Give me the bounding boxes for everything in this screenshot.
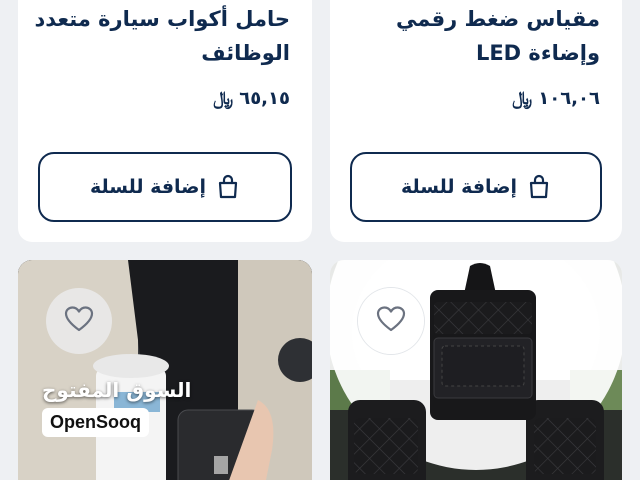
opensooq-watermark: السوق المفتوح OpenSooq [42, 378, 192, 437]
watermark-english: OpenSooq [42, 408, 149, 437]
add-to-cart-label: إضافة للسلة [89, 176, 207, 198]
heart-icon [376, 305, 406, 337]
currency-symbol: ﷼ [512, 88, 533, 109]
add-to-cart-button[interactable]: إضافة للسلة [350, 152, 602, 222]
watermark-arabic: السوق المفتوح [42, 378, 192, 402]
favorite-button[interactable] [46, 288, 112, 354]
price-value: ٦٥,١٥ [239, 88, 290, 109]
add-to-cart-label: إضافة للسلة [400, 176, 518, 198]
product-title[interactable]: مقياس ضغط رقمي وإضاءة LED [346, 2, 600, 70]
add-to-cart-button[interactable]: إضافة للسلة [38, 152, 292, 222]
product-card[interactable]: مقياس ضغط رقمي وإضاءة LED ١٠٦,٠٦ ﷼ إضافة… [330, 0, 622, 242]
shopping-bag-icon [216, 174, 240, 200]
product-price: ١٠٦,٠٦ ﷼ [512, 88, 600, 109]
heart-icon [64, 305, 94, 337]
shopping-bag-icon [527, 174, 551, 200]
favorite-button[interactable] [358, 288, 424, 354]
product-image-car-seat-organizer[interactable] [330, 260, 622, 480]
product-card[interactable]: حامل أكواب سيارة متعدد الوظائف ٦٥,١٥ ﷼ إ… [18, 0, 312, 242]
currency-symbol: ﷼ [213, 88, 234, 109]
product-title[interactable]: حامل أكواب سيارة متعدد الوظائف [34, 2, 290, 70]
price-value: ١٠٦,٠٦ [538, 88, 600, 109]
product-image-car-cup-holder[interactable]: السوق المفتوح OpenSooq [18, 260, 312, 480]
product-price: ٦٥,١٥ ﷼ [213, 88, 290, 109]
